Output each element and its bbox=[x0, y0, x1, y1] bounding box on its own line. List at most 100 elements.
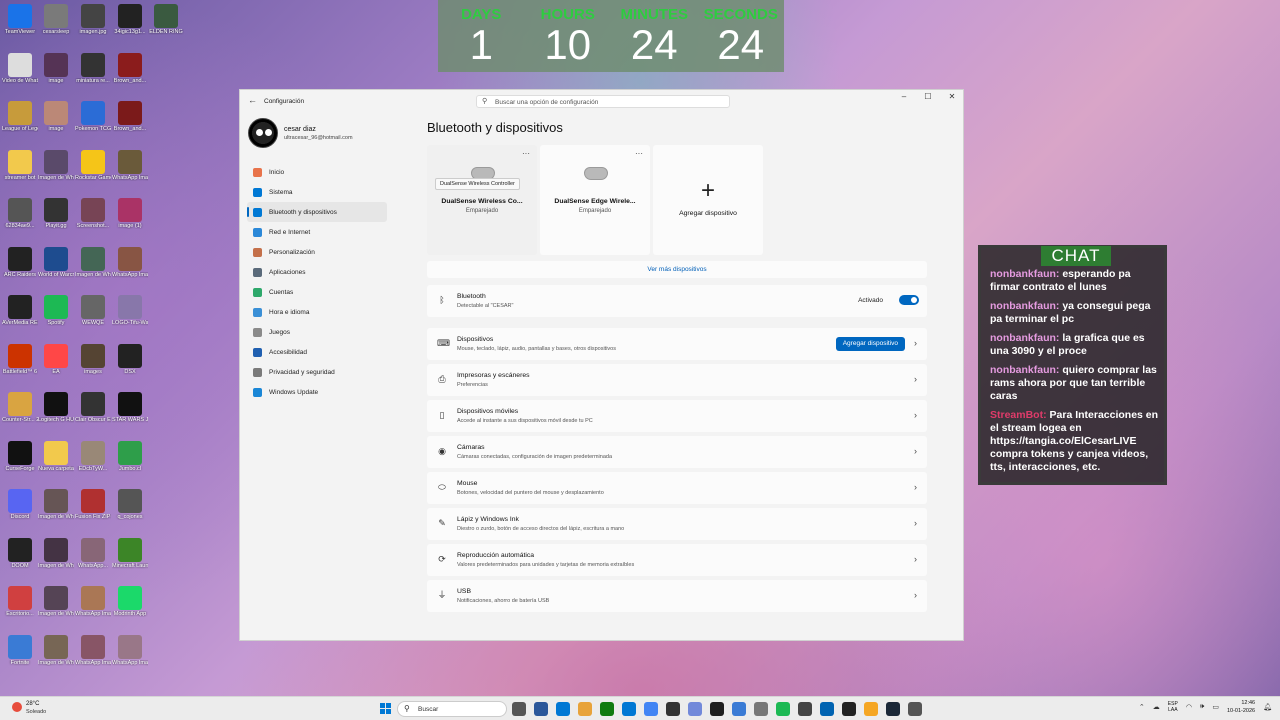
desktop-icon[interactable]: image bbox=[38, 52, 74, 84]
desktop-icon[interactable]: ARC Raiders bbox=[2, 246, 38, 278]
taskbar-app-icon[interactable] bbox=[666, 702, 680, 716]
taskbar-app-icon[interactable] bbox=[534, 702, 548, 716]
desktop-icon[interactable]: WhatsApp Image 2026... bbox=[112, 634, 148, 666]
nav-item[interactable]: Hora e idioma bbox=[247, 302, 387, 322]
desktop-icon[interactable]: STAR WARS Jedi - La ... bbox=[112, 392, 148, 423]
desktop-icon[interactable]: Video de WhatsApp... bbox=[2, 52, 38, 84]
desktop-icon[interactable]: LOGO-Tifu-Warm-Ca... bbox=[112, 295, 148, 326]
desktop-icon[interactable]: Nueva carpeta bbox=[38, 440, 74, 472]
desktop-icon[interactable]: WhatsApp Image 2025... bbox=[112, 246, 148, 278]
desktop-icon[interactable]: Imagen de WhatsApp... bbox=[38, 634, 74, 666]
nav-item[interactable]: Personalización bbox=[247, 242, 387, 262]
desktop-icon[interactable]: image (1) bbox=[112, 198, 148, 229]
desktop-icon[interactable]: Modrinth App bbox=[112, 586, 148, 617]
desktop-icon[interactable]: 34igic13g1... bbox=[112, 4, 148, 35]
more-options-icon[interactable]: ··· bbox=[522, 149, 530, 158]
desktop-icon[interactable]: TeamViewer bbox=[2, 4, 38, 35]
taskbar-app-icon[interactable] bbox=[776, 702, 790, 716]
desktop-icon[interactable]: WEWQE bbox=[75, 295, 111, 326]
device-card-dualsense-edge[interactable]: ··· DualSense Edge Wirele... Emparejado bbox=[540, 145, 650, 255]
settings-row[interactable]: ⏚ USB Notificaciones, ahorro de batería US… bbox=[427, 580, 927, 612]
windows-start-icon[interactable] bbox=[380, 703, 392, 715]
cloud-icon[interactable]: ☁ bbox=[1153, 703, 1160, 711]
nav-item[interactable]: Privacidad y seguridad bbox=[247, 362, 387, 382]
desktop-icon[interactable]: Brown_and... bbox=[112, 52, 148, 84]
settings-row[interactable]: ✎ Lápiz y Windows Ink Diestro o zurdo, bot… bbox=[427, 508, 927, 540]
desktop-icon[interactable]: q_cojones bbox=[112, 489, 148, 520]
taskbar-app-icon[interactable] bbox=[644, 702, 658, 716]
taskbar-app-icon[interactable] bbox=[864, 702, 878, 716]
user-profile[interactable]: cesar diaz ultracesar_96@hotmail.com bbox=[248, 118, 388, 148]
desktop-icon[interactable]: Imagen de WhatsApp... bbox=[38, 149, 74, 181]
taskbar-app-icon[interactable] bbox=[556, 702, 570, 716]
chevron-up-icon[interactable]: ⌃ bbox=[1139, 703, 1145, 711]
nav-item[interactable]: Aplicaciones bbox=[247, 262, 387, 282]
nav-item[interactable]: Inicio bbox=[247, 162, 387, 182]
desktop-icon[interactable]: Spotify bbox=[38, 295, 74, 326]
desktop-icon[interactable]: DOOM bbox=[2, 537, 38, 569]
desktop-icon[interactable]: EDcbTyW... bbox=[75, 440, 111, 472]
desktop-icon[interactable]: Fortnite bbox=[2, 634, 38, 666]
desktop-icon[interactable]: DSX bbox=[112, 343, 148, 375]
taskbar-app-icon[interactable] bbox=[754, 702, 768, 716]
desktop-icon[interactable]: Logitech G HUB bbox=[38, 392, 74, 423]
taskbar-app-icon[interactable] bbox=[622, 702, 636, 716]
desktop-icon[interactable]: Minecraft Launcher bbox=[112, 537, 148, 569]
desktop-icon[interactable]: WhatsApp Image 2025... bbox=[112, 149, 148, 181]
nav-item[interactable]: Accesibilidad bbox=[247, 342, 387, 362]
settings-row[interactable]: ⎙ Impresoras y escáneres Preferencias › bbox=[427, 364, 927, 396]
taskbar-app-icon[interactable] bbox=[886, 702, 900, 716]
desktop-icon[interactable]: WhatsApp... bbox=[75, 537, 111, 569]
nav-item[interactable]: Bluetooth y dispositivos bbox=[247, 202, 387, 222]
close-icon[interactable]: ✕ bbox=[947, 92, 957, 101]
settings-search-input[interactable]: ⚲ Buscar una opción de configuración bbox=[476, 95, 730, 108]
taskbar-app-icon[interactable] bbox=[798, 702, 812, 716]
taskbar-app-icon[interactable] bbox=[732, 702, 746, 716]
desktop-icon[interactable]: cesarsleep bbox=[38, 4, 74, 35]
bluetooth-row[interactable]: ᛒ Bluetooth Detectable al "CESAR" Activa… bbox=[427, 285, 927, 317]
desktop-icon[interactable]: Clair Obscur Expedition 33 bbox=[75, 392, 111, 423]
desktop-icon[interactable]: Playit.gg bbox=[38, 198, 74, 229]
desktop-icon[interactable]: Counter-Str... 2 bbox=[2, 392, 38, 423]
desktop-icon[interactable]: EA bbox=[38, 343, 74, 375]
desktop-icon[interactable]: imagen.jpg bbox=[75, 4, 111, 35]
desktop-icon[interactable]: Fusion Fix ZIP-716-4-0... bbox=[75, 489, 111, 520]
nav-item[interactable]: Windows Update bbox=[247, 382, 387, 402]
minimize-icon[interactable]: – bbox=[899, 92, 909, 101]
desktop-icon[interactable]: Brown_and... bbox=[112, 101, 148, 132]
taskbar-app-icon[interactable] bbox=[908, 702, 922, 716]
taskbar-app-icon[interactable] bbox=[688, 702, 702, 716]
settings-row[interactable]: ▯ Dispositivos móviles Accede al instante … bbox=[427, 400, 927, 432]
nav-item[interactable]: Cuentas bbox=[247, 282, 387, 302]
desktop-icon[interactable]: image bbox=[38, 101, 74, 132]
desktop-icon[interactable]: 62834ae9... bbox=[2, 198, 38, 229]
settings-row[interactable]: ◉ Cámaras Cámaras conectadas, configuració… bbox=[427, 436, 927, 468]
desktop-icon[interactable]: streamer bot bbox=[2, 149, 38, 181]
settings-row[interactable]: ⌨ Dispositivos Mouse, teclado, lápiz, audi… bbox=[427, 328, 927, 360]
desktop-icon[interactable]: WhatsApp Image 2025... bbox=[75, 586, 111, 617]
nav-item[interactable]: Juegos bbox=[247, 322, 387, 342]
desktop-icon[interactable]: Pokemon TCG Live bbox=[75, 101, 111, 132]
settings-row[interactable]: ⬭ Mouse Botones, velocidad del puntero del… bbox=[427, 472, 927, 504]
desktop-icon[interactable]: Battlefield™ 6 bbox=[2, 343, 38, 375]
desktop-icon[interactable]: Imagen de WhatsApp... bbox=[75, 246, 111, 278]
desktop-icon[interactable]: Screenshot... bbox=[75, 198, 111, 229]
desktop-icon[interactable]: League of Legends bbox=[2, 101, 38, 132]
desktop-icon[interactable]: WhatsApp Image 2025... bbox=[75, 634, 111, 666]
back-arrow-icon[interactable]: ← bbox=[248, 95, 257, 105]
desktop-icon[interactable]: Escritorio... bbox=[2, 586, 38, 617]
add-device-card[interactable]: + Agregar dispositivo bbox=[653, 145, 763, 255]
desktop-icon[interactable]: Rockstar Games... bbox=[75, 149, 111, 181]
settings-row[interactable]: ⟳ Reproducción automática Valores predeter… bbox=[427, 544, 927, 576]
desktop-icon[interactable]: ELDEN RING bbox=[148, 4, 184, 35]
add-device-button[interactable]: Agregar dispositivo bbox=[835, 337, 905, 351]
maximize-icon[interactable]: ☐ bbox=[923, 92, 933, 101]
desktop-icon[interactable]: World of Warcraft bbox=[38, 246, 74, 278]
nav-item[interactable]: Red e Internet bbox=[247, 222, 387, 242]
more-devices-link[interactable]: Ver más dispositivos bbox=[427, 261, 927, 278]
desktop-icon[interactable]: miniatura re... bbox=[75, 52, 111, 84]
taskbar-app-icon[interactable] bbox=[820, 702, 834, 716]
desktop-icon[interactable]: Jumbo.cl bbox=[112, 440, 148, 472]
desktop-icon[interactable]: CurseForge bbox=[2, 440, 38, 472]
taskbar-search[interactable]: ⚲ Buscar bbox=[397, 701, 507, 717]
